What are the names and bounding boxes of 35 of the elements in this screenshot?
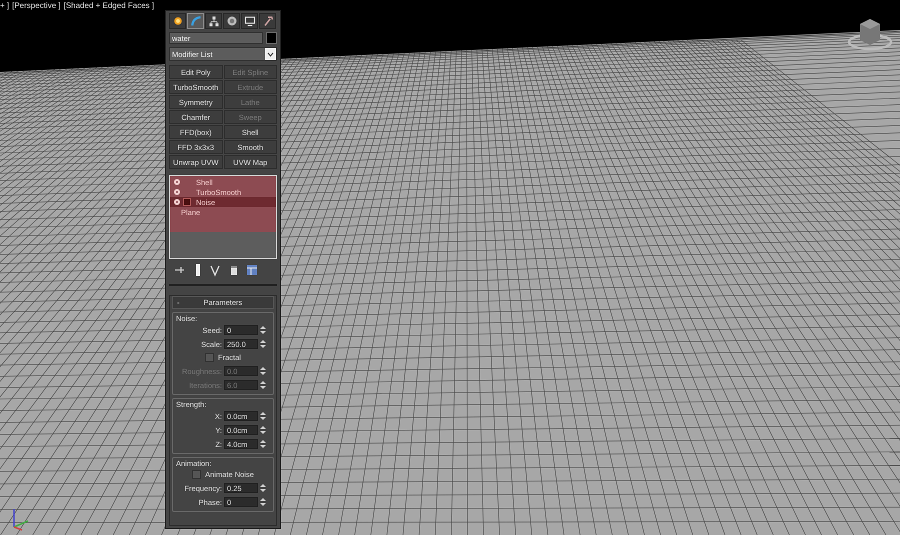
- viewport-label[interactable]: [Perspective ]: [12, 1, 61, 10]
- axis-gizmo-icon: [13, 509, 28, 531]
- panel-tab[interactable]: [259, 13, 276, 29]
- spinner-arrows-icon[interactable]: [260, 484, 266, 492]
- remove-icon[interactable]: [230, 266, 238, 275]
- panel-tab[interactable]: [205, 13, 222, 29]
- expand-box[interactable]: [183, 198, 191, 206]
- spinner-arrows-icon[interactable]: [260, 326, 266, 334]
- pin-icon[interactable]: [174, 266, 185, 274]
- create-tab-icon: [174, 17, 182, 25]
- spinner-arrows-icon[interactable]: [260, 340, 266, 348]
- panel-tab[interactable]: [241, 13, 258, 29]
- hierarchy-tab-icon: [209, 16, 218, 26]
- checkbox[interactable]: [192, 470, 202, 479]
- viewport-label[interactable]: + ]: [0, 1, 10, 10]
- make-unique-icon[interactable]: [210, 266, 220, 277]
- motion-tab-icon: [227, 16, 236, 26]
- spinner-arrows-icon[interactable]: [260, 412, 266, 420]
- viewcube-icon[interactable]: [848, 19, 892, 50]
- checkbox[interactable]: [205, 353, 214, 362]
- viewport-label[interactable]: [Shaded + Edged Faces ]: [64, 1, 154, 10]
- lightbulb-icon[interactable]: [174, 179, 180, 185]
- object-color-swatch[interactable]: [266, 32, 277, 44]
- utilities-tab-icon: [264, 16, 273, 26]
- display-tab-icon: [244, 16, 255, 26]
- configure-icon[interactable]: [246, 265, 258, 276]
- modify-tab-icon: [190, 16, 200, 26]
- caret-icon: [268, 52, 274, 56]
- spinner-arrows-icon[interactable]: [260, 426, 266, 434]
- panel-tab[interactable]: [169, 13, 186, 29]
- lightbulb-icon[interactable]: [174, 189, 180, 195]
- panel-tab[interactable]: [223, 13, 240, 29]
- lightbulb-icon[interactable]: [174, 199, 180, 205]
- spinner-arrows-icon[interactable]: [260, 498, 266, 506]
- spinner-arrows-icon[interactable]: [260, 440, 266, 448]
